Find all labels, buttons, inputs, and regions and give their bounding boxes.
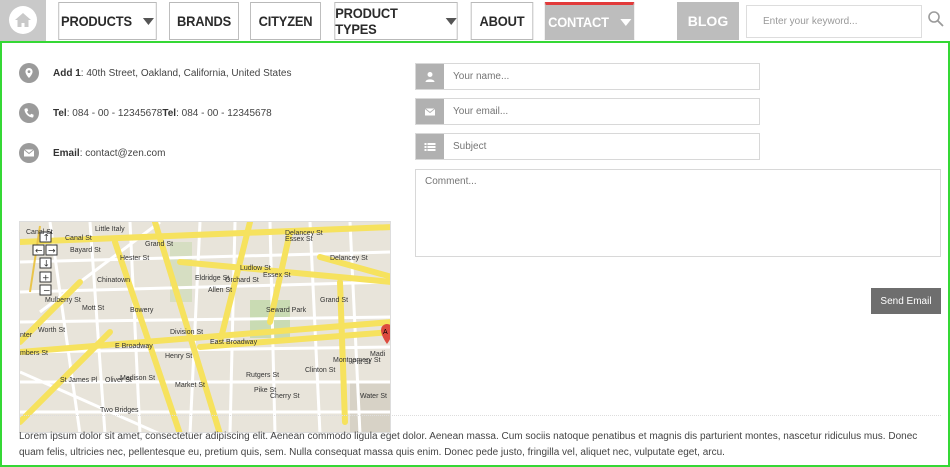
- map-street-label: Little Italy: [95, 226, 125, 233]
- map-street-label: E Broadway: [115, 343, 153, 350]
- address-label: Add 1: [53, 67, 81, 79]
- home-icon: [15, 13, 31, 27]
- envelope-icon: [416, 99, 444, 124]
- phone-icon: [19, 103, 39, 123]
- svg-text:A: A: [383, 329, 388, 336]
- map-street-label: Market St: [175, 382, 205, 389]
- map-street-label: Water St: [360, 393, 387, 400]
- tel-label-2: Tel: [162, 107, 177, 119]
- email-row: Email : contact@zen.com: [19, 143, 165, 163]
- envelope-icon: [19, 143, 39, 163]
- map-street-label: Canal St: [65, 235, 92, 242]
- nav-item-label: CITYZEN: [258, 13, 313, 29]
- subject-field[interactable]: [415, 133, 760, 160]
- map-canvas[interactable]: ↑ ← → ↓ + − A Canal St Little ItalyGrand …: [20, 222, 391, 433]
- map-widget[interactable]: ↑ ← → ↓ + − A Canal St Little Italy Grand …: [19, 221, 391, 433]
- map-pin-icon: [19, 63, 39, 83]
- email-value: : contact@zen.com: [79, 147, 166, 159]
- map-street-label: Mulberry St: [45, 297, 81, 304]
- svg-text:−: −: [43, 287, 51, 297]
- tel-value: : 084 - 00 - 12345678: [66, 107, 163, 119]
- map-street-label: Orchard St: [225, 277, 259, 284]
- svg-text:←: ←: [35, 247, 43, 257]
- description-text: Lorem ipsum dolor sit amet, consectetuer…: [19, 431, 918, 458]
- search-placeholder: Enter your keyword...: [763, 16, 858, 27]
- email-label: Email: [53, 147, 80, 159]
- home-button[interactable]: [0, 0, 46, 41]
- svg-text:↓: ↓: [43, 260, 51, 270]
- nav-item-products[interactable]: PRODUCTS: [58, 2, 157, 40]
- nav-item-brands[interactable]: BRANDS: [169, 2, 239, 40]
- map-street-label: Allen St: [208, 287, 232, 294]
- user-icon: [416, 64, 444, 89]
- comment-textarea[interactable]: [416, 170, 940, 256]
- map-street-label: Bayard St: [70, 247, 101, 254]
- map-street-label: Delancey St: [330, 255, 368, 262]
- map-street-label: Pitt St: [352, 359, 371, 366]
- svg-text:+: +: [42, 274, 50, 284]
- tel-value-2: : 084 - 00 - 12345678: [176, 107, 272, 119]
- map-street-label: Cherry St: [270, 393, 300, 400]
- map-street-label: Seward Park: [266, 307, 307, 314]
- nav-item-blog[interactable]: BLOG: [677, 2, 739, 40]
- map-street-label: Madison St: [120, 375, 155, 382]
- map-street-label: Chinatown: [97, 277, 130, 284]
- map-street-label: St James Pl: [60, 377, 98, 384]
- chevron-down-icon: [142, 17, 154, 25]
- send-email-button[interactable]: Send Email: [871, 288, 941, 314]
- email-input[interactable]: [444, 99, 759, 124]
- address-row: Add 1 : 40th Street, Oakland, California…: [19, 63, 291, 83]
- map-street-label: Division St: [170, 329, 203, 336]
- map-street-label: Rutgers St: [246, 372, 279, 379]
- map-street-label: Madi: [370, 351, 386, 358]
- map-street-label: Canal St: [26, 229, 53, 236]
- chevron-down-icon: [445, 17, 457, 25]
- map-street-label: Hester St: [120, 255, 149, 262]
- map-street-label: Worth St: [38, 327, 65, 334]
- top-navigation: PRODUCTS BRANDS CITYZEN PRODUCT TYPES AB…: [0, 0, 950, 41]
- chevron-down-icon: [619, 18, 631, 26]
- list-icon: [416, 134, 444, 159]
- nav-item-product-types[interactable]: PRODUCT TYPES: [334, 2, 458, 40]
- search-input[interactable]: Enter your keyword...: [746, 5, 922, 38]
- nav-item-label: CONTACT: [548, 14, 609, 30]
- nav-item-label: PRODUCT TYPES: [335, 5, 398, 37]
- map-street-label: mbers St: [20, 350, 48, 357]
- nav-item-label: BRANDS: [176, 13, 231, 29]
- nav-item-label: BLOG: [687, 13, 729, 29]
- address-value: : 40th Street, Oakland, California, Unit…: [80, 67, 292, 79]
- map-street-label: Henry St: [165, 353, 192, 360]
- nav-item-cityzen[interactable]: CITYZEN: [250, 2, 321, 40]
- map-street-label: Clinton St: [305, 367, 335, 374]
- contact-panel: Add 1 : 40th Street, Oakland, California…: [0, 41, 950, 467]
- subject-input[interactable]: [444, 134, 759, 159]
- map-street-label: Grand St: [145, 241, 173, 248]
- map-street-label: Ludlow St: [240, 265, 271, 272]
- svg-text:→: →: [48, 247, 56, 257]
- map-street-label: Bowery: [130, 307, 154, 314]
- map-street-label: Two Bridges: [100, 407, 139, 414]
- name-input[interactable]: [444, 64, 759, 89]
- map-street-label: Essex St: [263, 272, 291, 279]
- map-street-label: Grand St: [320, 297, 348, 304]
- divider: [19, 415, 941, 416]
- nav-item-label: ABOUT: [479, 13, 525, 29]
- map-street-label: nter: [20, 332, 33, 339]
- tel-label: Tel: [53, 107, 67, 119]
- comment-field[interactable]: [415, 169, 941, 257]
- email-field[interactable]: [415, 98, 760, 125]
- map-street-label: Mott St: [82, 305, 104, 312]
- name-field[interactable]: [415, 63, 760, 90]
- nav-item-contact[interactable]: CONTACT: [544, 2, 635, 40]
- map-street-label: Essex St: [285, 236, 313, 243]
- phone-row: Tel : 084 - 00 - 12345678 Tel : 084 - 00…: [19, 103, 272, 123]
- map-street-label: East Broadway: [210, 339, 258, 346]
- search-icon[interactable]: [927, 10, 945, 28]
- nav-item-label: PRODUCTS: [61, 13, 132, 29]
- nav-item-about[interactable]: ABOUT: [470, 2, 534, 40]
